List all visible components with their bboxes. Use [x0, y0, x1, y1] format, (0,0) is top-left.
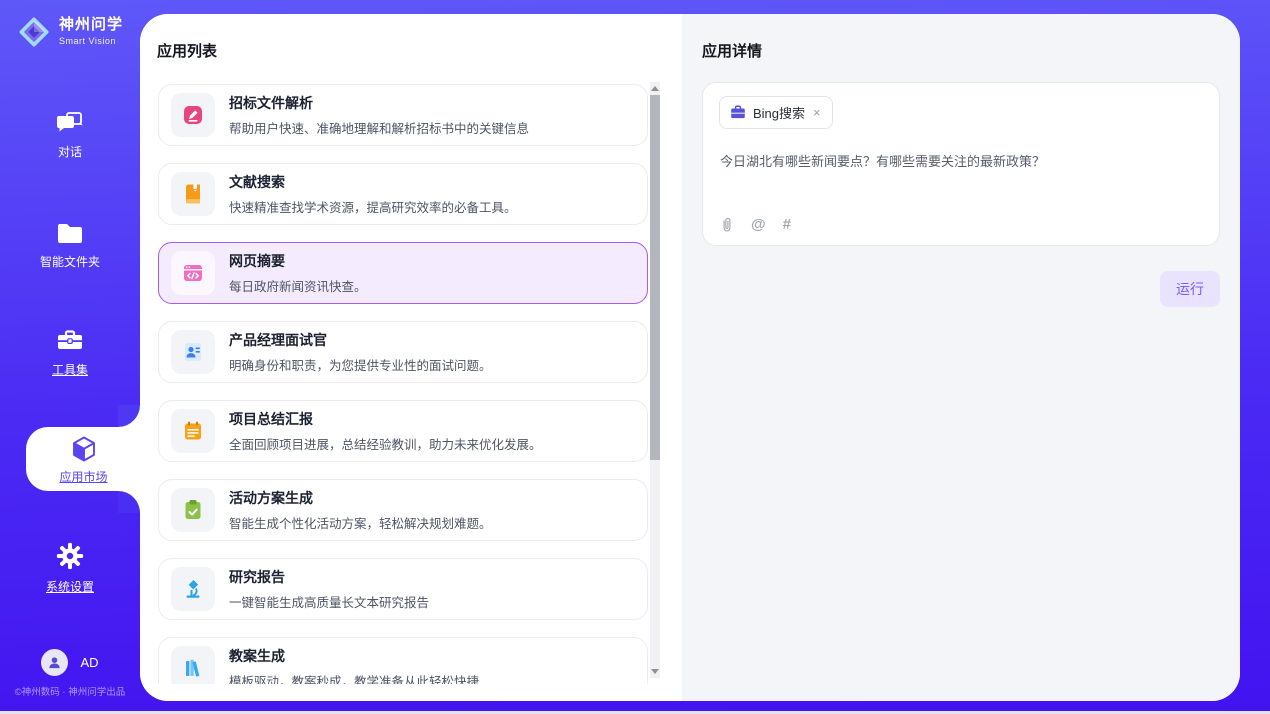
tag-close-icon[interactable]: × — [812, 106, 822, 119]
app-card[interactable]: 招标文件解析 帮助用户快速、准确地理解和解析招标书中的关键信息 — [158, 84, 648, 146]
sidebar-item-label: 智能文件夹 — [40, 253, 100, 270]
app-card[interactable]: 项目总结汇报 全面回顾项目进展，总结经验教训，助力未来优化发展。 — [158, 400, 648, 462]
tab-fillet-bottom — [118, 491, 140, 513]
app-card-description: 智能生成个性化活动方案，轻松解决规划难题。 — [229, 513, 492, 532]
project-summary-icon — [171, 409, 215, 453]
sidebar: 神州问学 Smart Vision 对话 智能文件夹 — [0, 0, 140, 711]
lesson-plan-icon — [171, 646, 215, 684]
run-button[interactable]: 运行 — [1160, 271, 1220, 307]
tab-fillet-top — [118, 405, 140, 427]
app-card-description: 快速精准查找学术资源，提高研究效率的必备工具。 — [229, 197, 517, 216]
tool-tag-label: Bing搜索 — [753, 103, 805, 122]
app-card[interactable]: 活动方案生成 智能生成个性化活动方案，轻松解决规划难题。 — [158, 479, 648, 541]
logo-text: 神州问学 Smart Vision — [59, 17, 123, 46]
sidebar-item-chat[interactable]: 对话 — [0, 108, 140, 160]
app-card-title: 教案生成 — [229, 646, 479, 666]
app-list-panel: 应用列表 招标文件解析 帮助用户快速、准确地理解和解析招标书中的关键信息 文献搜… — [140, 14, 682, 701]
sidebar-item-label: 应用市场 — [59, 468, 107, 485]
app-card[interactable]: 产品经理面试官 明确身份和职责，为您提供专业性的面试问题。 — [158, 321, 648, 383]
gem-logo-icon — [16, 14, 52, 50]
app-card-title: 网页摘要 — [229, 251, 367, 271]
logo-title: 神州问学 — [59, 17, 123, 34]
sidebar-item-label: 对话 — [58, 143, 82, 160]
app-card-title: 活动方案生成 — [229, 488, 492, 508]
event-plan-icon — [171, 488, 215, 532]
app-card-description: 明确身份和职责，为您提供专业性的面试问题。 — [229, 355, 492, 374]
research-report-icon — [171, 567, 215, 611]
logo-subtitle: Smart Vision — [59, 37, 123, 47]
chat-icon — [55, 108, 85, 136]
hash-icon[interactable]: # — [783, 216, 791, 233]
sidebar-item-app-market[interactable]: 应用市场 — [26, 427, 141, 491]
paperclip-icon[interactable] — [720, 216, 734, 233]
tool-tag-bing-search[interactable]: Bing搜索 × — [719, 96, 833, 129]
sidebar-item-smart-folder[interactable]: 智能文件夹 — [0, 220, 140, 270]
user-name: AD — [80, 655, 98, 670]
app-card-title: 产品经理面试官 — [229, 330, 492, 350]
app-logo: 神州问学 Smart Vision — [16, 14, 123, 50]
cube-icon — [69, 434, 99, 464]
app-detail-panel: 应用详情 Bing搜索 × 今日湖北有哪些新闻要点？有哪些需要关注的最新政策？ — [682, 14, 1240, 701]
sidebar-item-toolset[interactable]: 工具集 — [0, 326, 140, 378]
query-input-card[interactable]: Bing搜索 × 今日湖北有哪些新闻要点？有哪些需要关注的最新政策？ @ # — [702, 82, 1220, 246]
app-card-list: 招标文件解析 帮助用户快速、准确地理解和解析招标书中的关键信息 文献搜索 快速精… — [158, 84, 648, 684]
app-card-title: 文献搜索 — [229, 172, 517, 192]
scroll-down-arrow-icon[interactable] — [651, 669, 659, 674]
web-digest-icon — [171, 251, 215, 295]
query-text[interactable]: 今日湖北有哪些新闻要点？有哪些需要关注的最新政策？ — [720, 151, 1203, 170]
app-card[interactable]: 网页摘要 每日政府新闻资讯快查。 — [158, 242, 648, 304]
app-card-title: 招标文件解析 — [229, 93, 529, 113]
scrollbar-thumb[interactable] — [650, 95, 660, 460]
avatar[interactable] — [41, 649, 68, 676]
scroll-up-arrow-icon[interactable] — [651, 86, 659, 91]
app-card[interactable]: 教案生成 模板驱动，教案秒成，教学准备从此轻松快捷 — [158, 637, 648, 684]
app-list-title: 应用列表 — [157, 40, 217, 61]
user-account[interactable]: AD — [0, 649, 140, 676]
app-card-title: 研究报告 — [229, 567, 429, 587]
toolbox-icon — [55, 326, 85, 354]
app-card[interactable]: 研究报告 一键智能生成高质量长文本研究报告 — [158, 558, 648, 620]
app-card-description: 每日政府新闻资讯快查。 — [229, 276, 367, 295]
sidebar-item-label: 系统设置 — [46, 578, 94, 595]
copyright-text: ©神州数码 · 神州问学出品 — [0, 684, 140, 698]
content-panel: 应用列表 招标文件解析 帮助用户快速、准确地理解和解析招标书中的关键信息 文献搜… — [140, 14, 1240, 701]
folder-icon — [55, 220, 85, 246]
app-card-description: 模板驱动，教案秒成，教学准备从此轻松快捷 — [229, 671, 479, 684]
app-detail-title: 应用详情 — [702, 40, 762, 61]
bid-parse-icon — [171, 93, 215, 137]
gear-icon — [55, 541, 85, 571]
sidebar-item-label: 工具集 — [52, 361, 88, 378]
sidebar-item-settings[interactable]: 系统设置 — [0, 541, 140, 595]
app-card-description: 一键智能生成高质量长文本研究报告 — [229, 592, 429, 611]
briefcase-icon — [730, 105, 746, 120]
literature-search-icon — [171, 172, 215, 216]
app-window: 神州问学 Smart Vision 对话 智能文件夹 — [0, 0, 1270, 711]
at-icon[interactable]: @ — [751, 216, 766, 233]
list-scrollbar[interactable] — [650, 82, 660, 678]
pm-interviewer-icon — [171, 330, 215, 374]
app-card-description: 帮助用户快速、准确地理解和解析招标书中的关键信息 — [229, 118, 529, 137]
app-card-title: 项目总结汇报 — [229, 409, 542, 429]
attachment-toolbar: @ # — [720, 216, 791, 233]
app-card-description: 全面回顾项目进展，总结经验教训，助力未来优化发展。 — [229, 434, 542, 453]
app-card[interactable]: 文献搜索 快速精准查找学术资源，提高研究效率的必备工具。 — [158, 163, 648, 225]
